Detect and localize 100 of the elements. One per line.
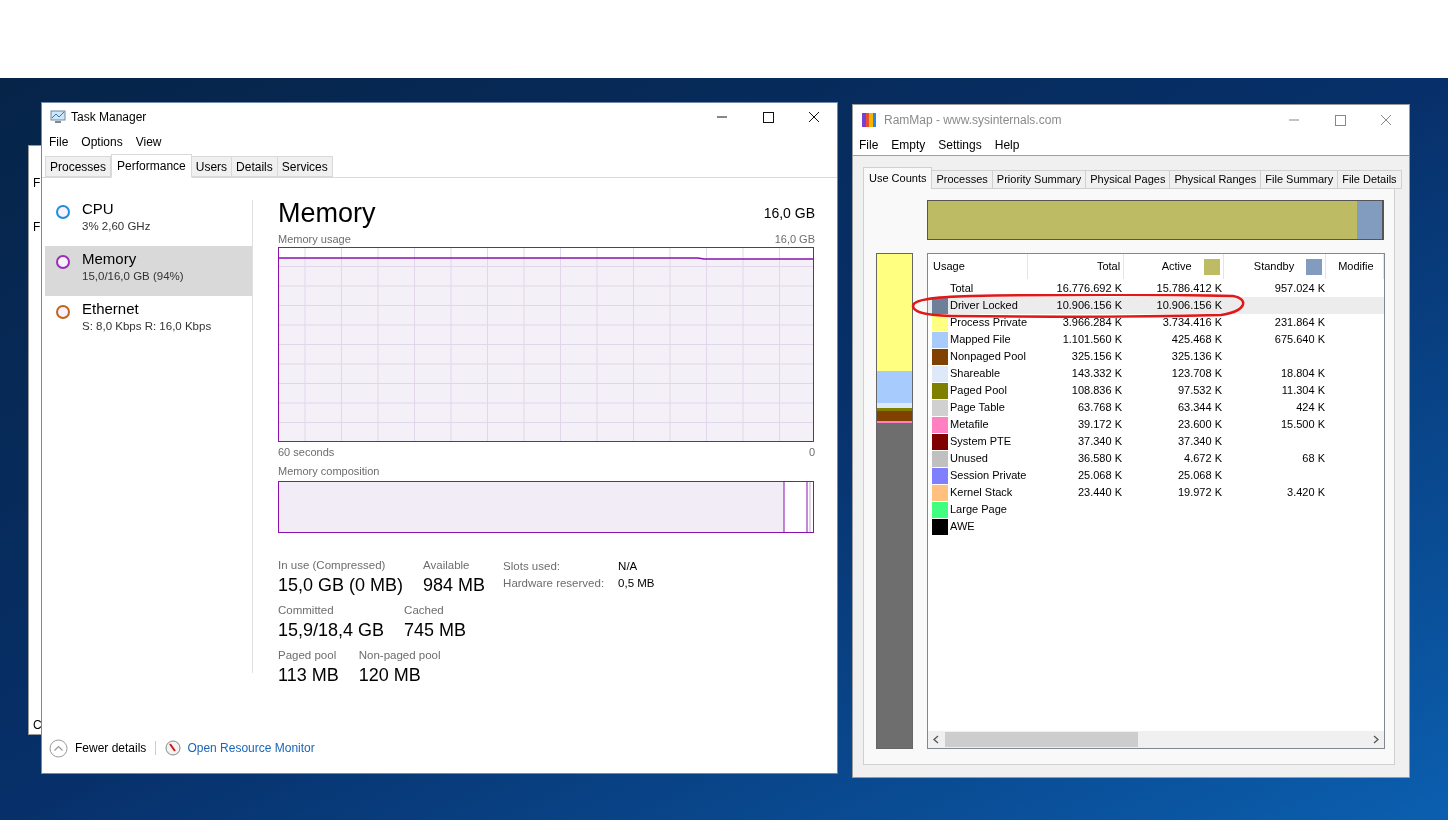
- collapse-icon[interactable]: [49, 738, 68, 758]
- column-header[interactable]: Total: [1027, 254, 1125, 279]
- table-cell-text: 37.340 K: [1077, 434, 1122, 449]
- table-cell-text: 231.864 K: [1274, 315, 1325, 330]
- table-cell-text: 63.768 K: [1077, 400, 1122, 415]
- tab[interactable]: Processes: [932, 170, 993, 189]
- table-cell-text: 957.024 K: [1274, 281, 1325, 296]
- table-cell-text: 97.532 K: [1177, 383, 1222, 398]
- table-cell-text: Kernel Stack: [950, 485, 1013, 500]
- horizontal-scrollbar[interactable]: [928, 731, 1384, 748]
- stat-value: 15,9/18,4 GB: [278, 619, 385, 642]
- sidebar-item[interactable]: Ethernet S: 8,0 Kbps R: 16,0 Kbps: [45, 296, 252, 346]
- detail-label: Hardware reserved:: [503, 576, 606, 591]
- fewer-details-button[interactable]: Fewer details: [75, 739, 147, 757]
- stat-value: 745 MB: [404, 619, 467, 642]
- table-cell-text: 675.640 K: [1274, 332, 1325, 347]
- table-cell-text: System PTE: [950, 434, 1012, 449]
- table-cell-text: 143.332 K: [1071, 366, 1122, 381]
- table-cell-text: 4.672 K: [1184, 451, 1222, 466]
- table-cell-text: 11.304 K: [1281, 383, 1325, 398]
- table-cell-text: 23.440 K: [1077, 485, 1122, 500]
- column-header[interactable]: Modifie: [1326, 254, 1384, 279]
- table-cell-text: 15.786.412 K: [1156, 281, 1222, 296]
- window-text: F: [32, 176, 42, 190]
- table-cell-text: 3.420 K: [1287, 485, 1325, 500]
- table-cell-text: 325.136 K: [1171, 349, 1222, 364]
- table-cell-text: Mapped File: [950, 332, 1011, 347]
- sidebar-detail: 15,0/16,0 GB (94%): [82, 269, 184, 284]
- tab[interactable]: Use Counts: [863, 167, 933, 189]
- stat-label: Paged pool: [278, 648, 338, 663]
- table-cell-text: Page Table: [950, 400, 1005, 415]
- app-icon: [862, 113, 876, 127]
- table-cell-text: 19.972 K: [1177, 485, 1222, 500]
- table-cell-text: 325.156 K: [1071, 349, 1122, 364]
- tab[interactable]: Processes: [45, 156, 112, 177]
- menu-item[interactable]: Options: [81, 133, 123, 151]
- menu-item[interactable]: File: [859, 136, 879, 154]
- menu-item[interactable]: Help: [994, 136, 1020, 154]
- stat-label: In use (Compressed): [278, 558, 387, 573]
- graph-max-label: 16,0 GB: [774, 232, 815, 246]
- table-cell-text: Nonpaged Pool: [950, 349, 1026, 364]
- tab[interactable]: Physical Ranges: [1170, 170, 1262, 189]
- detail-label: Slots used:: [503, 559, 561, 574]
- tab[interactable]: Users: [191, 156, 233, 177]
- tab[interactable]: Details: [232, 156, 278, 177]
- tab[interactable]: File Summary: [1261, 170, 1339, 189]
- tab[interactable]: Services: [277, 156, 333, 177]
- menu-item[interactable]: Empty: [891, 136, 926, 154]
- menu-item[interactable]: View: [135, 133, 162, 151]
- table-cell-text: 16.776.692 K: [1056, 281, 1122, 296]
- window-text: C: [32, 718, 43, 732]
- axis-label: 0: [808, 445, 815, 459]
- sidebar-detail: S: 8,0 Kbps R: 16,0 Kbps: [82, 319, 212, 334]
- column-header[interactable]: Standby: [1223, 254, 1327, 279]
- table-cell-text: 123.708 K: [1171, 366, 1222, 381]
- graph-label: Memory composition: [278, 464, 381, 478]
- sidebar-detail: 3% 2,60 GHz: [82, 219, 151, 234]
- stat-label: Non-paged pool: [358, 648, 441, 663]
- stat-value: 984 MB: [423, 574, 486, 597]
- sidebar-title: CPU: [82, 199, 115, 219]
- table-cell-text: 10.906.156 K: [1056, 298, 1122, 313]
- monitor-icon: [50, 110, 66, 124]
- tab[interactable]: File Details: [1338, 170, 1402, 189]
- tab[interactable]: Priority Summary: [992, 170, 1087, 189]
- column-header[interactable]: Active: [1124, 254, 1224, 279]
- table-cell-text: Large Page: [950, 502, 1007, 517]
- table-cell-text: Paged Pool: [950, 383, 1007, 398]
- detail-value: N/A: [618, 559, 639, 574]
- table-cell-text: Unused: [950, 451, 988, 466]
- window-title: RamMap - www.sysinternals.com: [884, 112, 1062, 129]
- table-cell-text: 37.340 K: [1177, 434, 1222, 449]
- window-text: F: [32, 220, 42, 234]
- table-cell-text: 424 K: [1296, 400, 1325, 415]
- menu-item[interactable]: File: [49, 133, 69, 151]
- table-cell-text: 1.101.560 K: [1062, 332, 1122, 347]
- column-header[interactable]: Usage: [928, 254, 1028, 279]
- resource-monitor-link[interactable]: Open Resource Monitor: [187, 739, 315, 757]
- table-cell-text: 3.734.416 K: [1162, 315, 1222, 330]
- detail-value: 0,5 MB: [618, 576, 655, 591]
- sidebar-item[interactable]: Memory 15,0/16,0 GB (94%): [45, 246, 252, 296]
- table-cell-text: 36.580 K: [1077, 451, 1122, 466]
- table-cell-text: 23.600 K: [1177, 417, 1222, 432]
- stat-label: Committed: [278, 603, 335, 618]
- stat-value: 113 MB: [278, 664, 339, 687]
- table-cell-text: 3.966.284 K: [1062, 315, 1122, 330]
- table-cell-text: Total: [950, 281, 974, 296]
- table-cell-text: 108.836 K: [1071, 383, 1122, 398]
- tab[interactable]: Performance: [111, 154, 192, 178]
- table-cell-text: 63.344 K: [1177, 400, 1222, 415]
- tab[interactable]: Physical Pages: [1086, 170, 1171, 189]
- table-cell-text: AWE: [950, 519, 975, 534]
- table-cell-text: 15.500 K: [1280, 417, 1325, 432]
- table-cell-text: 425.468 K: [1171, 332, 1222, 347]
- menu-item[interactable]: Settings: [938, 136, 982, 154]
- scrollbar-thumb[interactable]: [945, 732, 1138, 747]
- graph-label: Memory usage: [278, 232, 351, 246]
- sidebar-item[interactable]: CPU 3% 2,60 GHz: [45, 196, 252, 246]
- table-cell-text: Shareable: [950, 366, 1001, 381]
- table-cell-text: 39.172 K: [1077, 417, 1122, 432]
- stat-value: 15,0 GB (0 MB): [278, 574, 404, 597]
